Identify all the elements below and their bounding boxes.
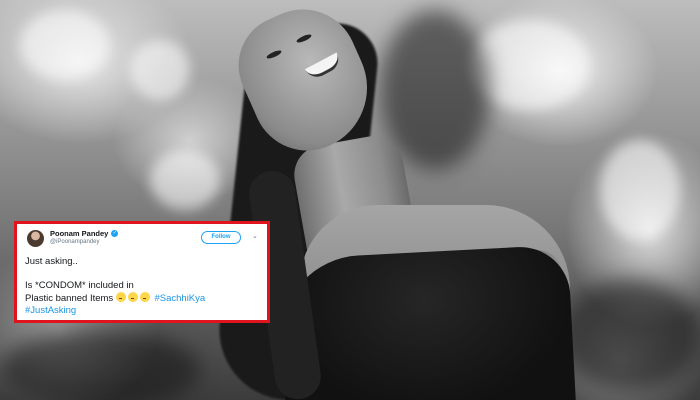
tweet-line: Just asking..: [25, 256, 78, 267]
thinking-face-icon: [127, 292, 138, 302]
tweet-header: Poonam Pandey ✓ @iPoonampandey Follow ⌄: [27, 229, 258, 251]
author-name[interactable]: Poonam Pandey: [50, 229, 108, 238]
bokeh-light: [130, 40, 190, 100]
bokeh-light: [20, 10, 110, 80]
tweet-line: Is *CONDOM* included in: [25, 280, 134, 291]
thinking-face-icon: [139, 292, 150, 302]
dress: [278, 244, 576, 400]
shadow-area: [560, 280, 700, 390]
author-row: Poonam Pandey ✓: [50, 229, 119, 238]
thinking-face-icon: [115, 292, 126, 302]
verified-badge-icon: ✓: [111, 230, 119, 237]
avatar[interactable]: [27, 230, 44, 247]
hashtag-link[interactable]: #SachhiKya: [154, 293, 205, 304]
tweet-line: #JustAsking: [25, 305, 265, 317]
author-handle[interactable]: @iPoonampandey: [50, 239, 99, 245]
hashtag-link[interactable]: #JustAsking: [25, 305, 76, 316]
tweet-card: Poonam Pandey ✓ @iPoonampandey Follow ⌄ …: [14, 221, 270, 323]
background-photo: [0, 0, 700, 400]
tweet-line-text: Plastic banned Items: [25, 293, 114, 304]
bokeh-light: [150, 150, 220, 210]
shadow-area: [0, 330, 200, 400]
tweet-text: Just asking.. Is *CONDOM* included in Pl…: [25, 256, 265, 317]
follow-button[interactable]: Follow: [201, 231, 241, 244]
tweet-line: Plastic banned Items #SachhiKya: [25, 292, 265, 305]
chevron-down-icon[interactable]: ⌄: [252, 232, 258, 240]
bokeh-light: [600, 140, 680, 240]
